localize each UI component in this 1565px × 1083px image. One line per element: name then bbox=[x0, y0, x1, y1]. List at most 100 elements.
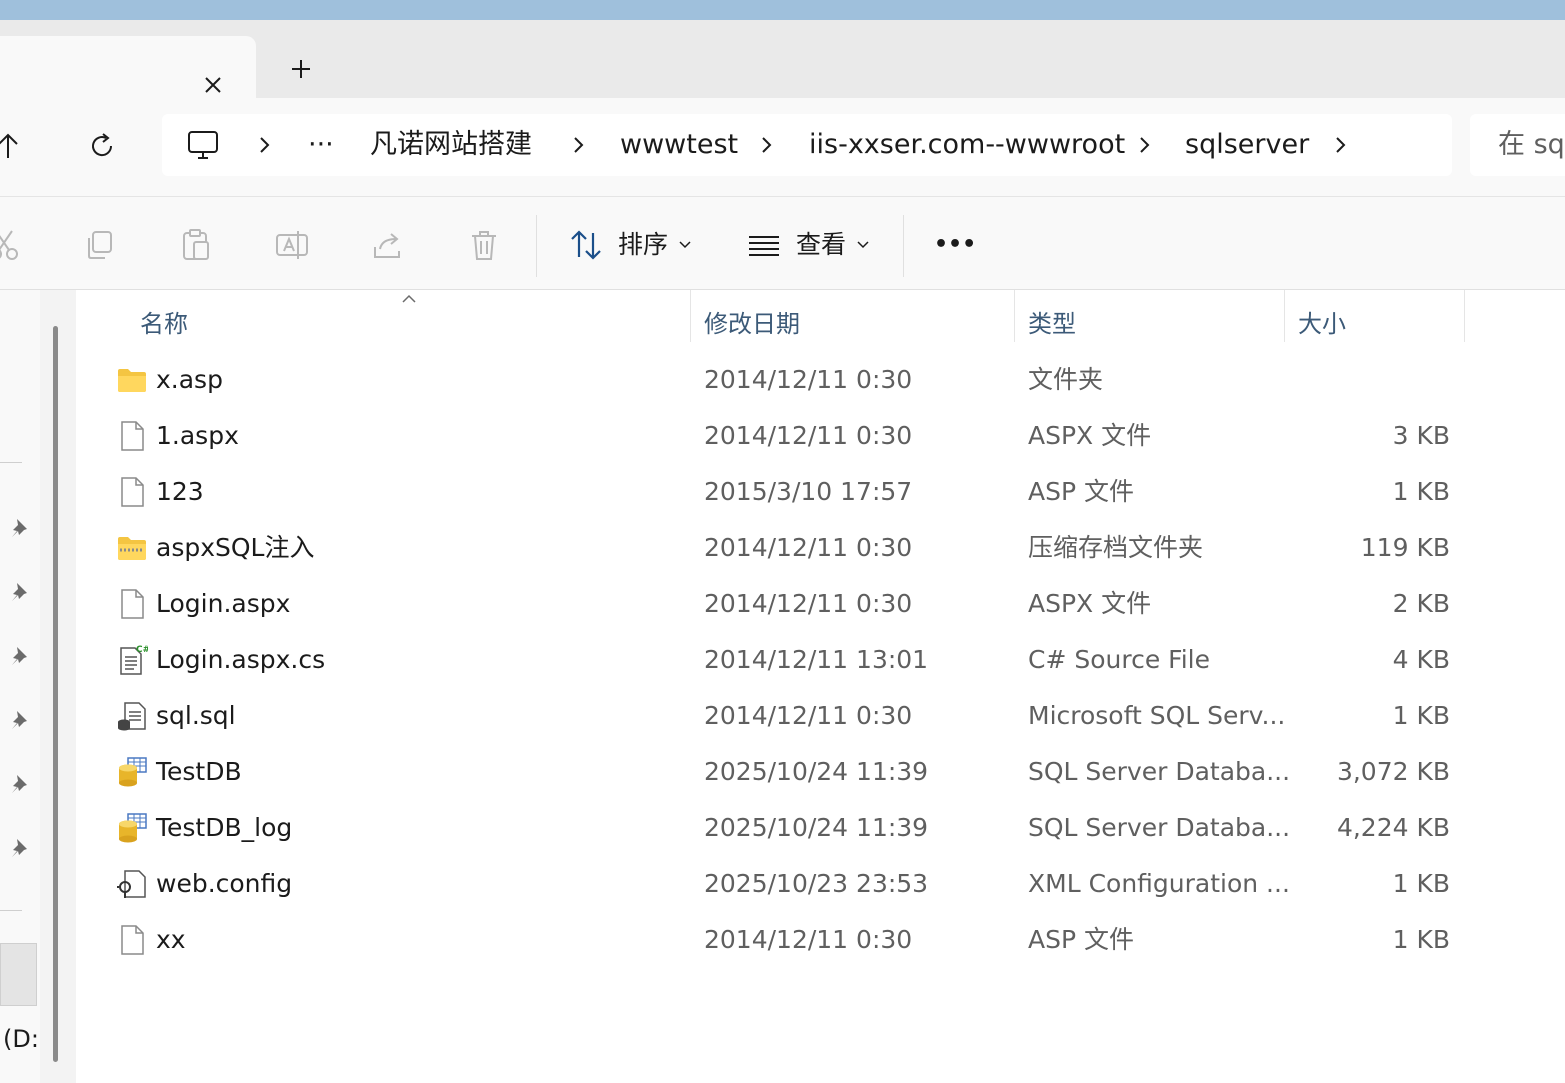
file-type: ASPX 文件 bbox=[1028, 589, 1152, 618]
cut-icon[interactable] bbox=[0, 227, 22, 263]
file-row[interactable]: TestDB 2025/10/24 11:39 SQL Server Databa.… bbox=[76, 744, 1565, 800]
file-type: ASP 文件 bbox=[1028, 925, 1134, 954]
file-size: 1 KB bbox=[1392, 869, 1450, 898]
column-separator[interactable] bbox=[690, 290, 691, 342]
file-row[interactable]: 1.aspx 2014/12/11 0:30 ASPX 文件 3 KB bbox=[76, 408, 1565, 464]
file-icon bbox=[116, 588, 148, 620]
file-name: Login.aspx bbox=[156, 589, 291, 618]
share-icon[interactable] bbox=[370, 227, 406, 263]
chevron-right-icon[interactable] bbox=[754, 133, 778, 157]
file-date: 2014/12/11 0:30 bbox=[704, 533, 913, 562]
csharp-file-icon: C# bbox=[116, 644, 150, 676]
file-list: 名称 修改日期 类型 大小 x.asp 2014/12/11 0:30 文件夹 1.a… bbox=[76, 290, 1565, 1083]
column-header-date[interactable]: 修改日期 bbox=[704, 304, 800, 339]
chevron-down-icon[interactable] bbox=[856, 237, 870, 251]
file-row[interactable]: aspxSQL注入 2014/12/11 0:30 压缩存档文件夹 119 KB bbox=[76, 520, 1565, 576]
file-name: TestDB bbox=[156, 757, 242, 786]
column-header-type[interactable]: 类型 bbox=[1028, 304, 1076, 339]
file-date: 2014/12/11 0:30 bbox=[704, 421, 913, 450]
pin-icon[interactable] bbox=[8, 771, 34, 797]
file-type: XML Configuration ... bbox=[1028, 869, 1290, 898]
computer-icon[interactable] bbox=[186, 128, 220, 162]
search-input[interactable]: 在 sq bbox=[1470, 114, 1565, 176]
file-row[interactable]: Login.aspx 2014/12/11 0:30 ASPX 文件 2 KB bbox=[76, 576, 1565, 632]
sidebar-item-drive-d[interactable]: (D:) bbox=[3, 1025, 40, 1053]
file-row[interactable]: xx 2014/12/11 0:30 ASP 文件 1 KB bbox=[76, 912, 1565, 968]
file-row[interactable]: sql.sql 2014/12/11 0:30 Microsoft SQL Serv… bbox=[76, 688, 1565, 744]
chevron-right-icon[interactable] bbox=[566, 133, 590, 157]
folder-icon bbox=[116, 364, 148, 396]
column-separator[interactable] bbox=[1014, 290, 1015, 342]
chevron-down-icon[interactable] bbox=[678, 237, 692, 251]
copy-icon[interactable] bbox=[82, 227, 118, 263]
file-name: x.asp bbox=[156, 365, 223, 394]
file-name: TestDB_log bbox=[156, 813, 293, 842]
rename-icon[interactable] bbox=[274, 227, 310, 263]
pin-icon[interactable] bbox=[8, 579, 34, 605]
file-size: 1 KB bbox=[1392, 701, 1450, 730]
file-name: sql.sql bbox=[156, 701, 236, 730]
file-name: xx bbox=[156, 925, 186, 954]
zip-folder-icon bbox=[116, 532, 148, 564]
chevron-right-icon[interactable] bbox=[1328, 133, 1352, 157]
column-header-name[interactable]: 名称 bbox=[140, 304, 188, 339]
chevron-right-icon[interactable] bbox=[252, 133, 276, 157]
file-date: 2014/12/11 0:30 bbox=[704, 701, 913, 730]
command-bar: 排序 查看 ••• bbox=[0, 196, 1565, 290]
close-icon[interactable] bbox=[198, 70, 228, 100]
column-separator[interactable] bbox=[1284, 290, 1285, 342]
file-type: ASPX 文件 bbox=[1028, 421, 1152, 450]
active-tab[interactable] bbox=[0, 36, 256, 98]
file-size: 3 KB bbox=[1392, 421, 1450, 450]
view-icon[interactable] bbox=[746, 227, 782, 263]
file-date: 2014/12/11 0:30 bbox=[704, 925, 913, 954]
pin-icon[interactable] bbox=[8, 643, 34, 669]
file-name: 1.aspx bbox=[156, 421, 239, 450]
view-button[interactable]: 查看 bbox=[796, 227, 846, 263]
toolbar-divider bbox=[536, 215, 537, 277]
breadcrumb-item[interactable]: 凡诺网站搭建 bbox=[370, 114, 532, 176]
column-header-size[interactable]: 大小 bbox=[1298, 304, 1346, 339]
file-date: 2025/10/24 11:39 bbox=[704, 757, 929, 786]
arrow-up-icon[interactable] bbox=[0, 130, 24, 162]
file-size: 119 KB bbox=[1360, 533, 1450, 562]
breadcrumb-item[interactable]: wwwtest bbox=[620, 114, 738, 176]
scrollbar-thumb[interactable] bbox=[53, 326, 58, 1062]
file-name: Login.aspx.cs bbox=[156, 645, 326, 674]
delete-icon[interactable] bbox=[466, 227, 502, 263]
plus-icon[interactable] bbox=[286, 54, 316, 84]
column-separator[interactable] bbox=[1464, 290, 1465, 342]
file-size: 4,224 KB bbox=[1336, 813, 1450, 842]
file-row[interactable]: x.asp 2014/12/11 0:30 文件夹 bbox=[76, 352, 1565, 408]
sidebar-item-selected[interactable] bbox=[0, 943, 37, 1006]
breadcrumb-item[interactable]: iis-xxser.com--wwwroot bbox=[809, 114, 1125, 176]
file-type: ASP 文件 bbox=[1028, 477, 1134, 506]
pin-icon[interactable] bbox=[8, 515, 34, 541]
address-bar[interactable]: ··· 凡诺网站搭建 wwwtest iis-xxser.com--wwwroo… bbox=[162, 114, 1452, 176]
navigation-pane: (D:) bbox=[0, 290, 40, 1083]
file-date: 2014/12/11 0:30 bbox=[704, 365, 913, 394]
paste-icon[interactable] bbox=[178, 227, 214, 263]
refresh-icon[interactable] bbox=[86, 130, 118, 162]
file-type: SQL Server Databa... bbox=[1028, 813, 1291, 842]
pin-icon[interactable] bbox=[8, 707, 34, 733]
file-size: 1 KB bbox=[1392, 477, 1450, 506]
sidebar-scrollbar[interactable] bbox=[40, 290, 74, 1083]
file-date: 2014/12/11 0:30 bbox=[704, 589, 913, 618]
toolbar-divider bbox=[903, 215, 904, 277]
pin-icon[interactable] bbox=[8, 835, 34, 861]
file-row[interactable]: TestDB_log 2025/10/24 11:39 SQL Server Dat… bbox=[76, 800, 1565, 856]
file-row[interactable]: 123 2015/3/10 17:57 ASP 文件 1 KB bbox=[76, 464, 1565, 520]
more-options-button[interactable]: ••• bbox=[934, 227, 976, 263]
file-row[interactable]: web.config 2025/10/23 23:53 XML Configurat… bbox=[76, 856, 1565, 912]
sort-button[interactable]: 排序 bbox=[618, 227, 668, 263]
sort-icon[interactable] bbox=[568, 227, 604, 263]
sort-caret-icon bbox=[400, 290, 418, 303]
chevron-right-icon[interactable] bbox=[1132, 133, 1156, 157]
breadcrumb-overflow[interactable]: ··· bbox=[308, 114, 334, 176]
file-row[interactable]: C# Login.aspx.cs 2014/12/11 13:01 C# Source… bbox=[76, 632, 1565, 688]
file-date: 2015/3/10 17:57 bbox=[704, 477, 913, 506]
file-type: Microsoft SQL Serv... bbox=[1028, 701, 1286, 730]
breadcrumb-item[interactable]: sqlserver bbox=[1185, 114, 1309, 176]
file-name: 123 bbox=[156, 477, 204, 506]
